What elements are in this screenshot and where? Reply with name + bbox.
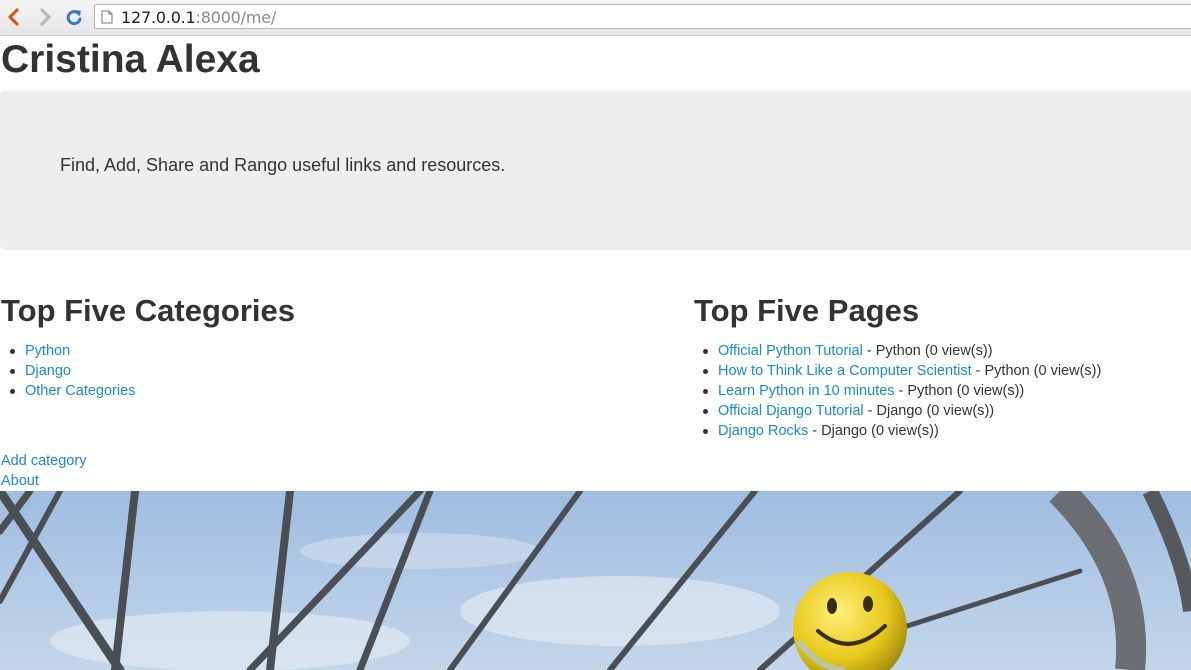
back-arrow-icon[interactable] — [4, 6, 24, 28]
url-host: 127.0.0.1 — [121, 8, 196, 27]
pages-heading: Top Five Pages — [694, 293, 920, 328]
url-path: :8000/me/ — [195, 8, 277, 27]
add-category-link[interactable]: Add category — [1, 451, 86, 471]
page-icon — [101, 10, 113, 24]
list-item: Official Python Tutorial - Python (0 vie… — [693, 341, 1101, 361]
page-meta: - Django (0 view(s)) — [863, 403, 995, 419]
list-item: Django Rocks - Django (0 view(s)) — [693, 421, 1101, 441]
about-link[interactable]: About — [1, 471, 86, 491]
page-meta: - Django (0 view(s)) — [808, 423, 939, 439]
bullet-icon — [703, 429, 708, 434]
list-item: Other Categories — [0, 381, 135, 401]
bullet-icon — [10, 389, 15, 394]
page-link[interactable]: Official Python Tutorial — [718, 343, 863, 359]
address-bar[interactable]: 127.0.0.1:8000/me/ — [94, 4, 1191, 29]
list-item: Official Django Tutorial - Django (0 vie… — [693, 401, 1101, 421]
page-link[interactable]: Django Rocks — [718, 423, 808, 439]
url-text[interactable]: 127.0.0.1:8000/me/ — [121, 8, 276, 27]
reload-icon[interactable] — [64, 6, 84, 28]
page-meta: - Python (0 view(s)) — [862, 343, 993, 359]
category-link-other[interactable]: Other Categories — [25, 383, 135, 399]
bullet-icon — [703, 389, 708, 394]
page-title: Cristina Alexa — [1, 38, 260, 81]
page-meta: - Python (0 view(s)) — [971, 363, 1102, 379]
background-photo — [0, 491, 1191, 670]
page-link[interactable]: Learn Python in 10 minutes — [718, 383, 895, 399]
category-link-django[interactable]: Django — [25, 363, 71, 379]
page-meta: - Python (0 view(s)) — [894, 383, 1025, 399]
list-item: Learn Python in 10 minutes - Python (0 v… — [693, 381, 1101, 401]
bullet-icon — [10, 369, 15, 374]
pages-list: Official Python Tutorial - Python (0 vie… — [693, 341, 1101, 441]
list-item: Django — [0, 361, 135, 381]
bullet-icon — [10, 349, 15, 354]
list-item: Python — [0, 341, 135, 361]
page-link[interactable]: Official Django Tutorial — [718, 403, 864, 419]
jumbotron: Find, Add, Share and Rango useful links … — [0, 91, 1191, 250]
bullet-icon — [703, 369, 708, 374]
categories-heading: Top Five Categories — [1, 293, 295, 328]
forward-arrow-icon[interactable] — [35, 6, 55, 28]
page-link[interactable]: How to Think Like a Computer Scientist — [718, 363, 972, 379]
categories-list: Python Django Other Categories — [0, 341, 135, 401]
footer-links: Add category About — [1, 451, 86, 491]
tagline: Find, Add, Share and Rango useful links … — [60, 155, 506, 175]
list-item: How to Think Like a Computer Scientist -… — [693, 361, 1101, 381]
bullet-icon — [703, 349, 708, 354]
bullet-icon — [703, 409, 708, 414]
browser-toolbar: 127.0.0.1:8000/me/ — [0, 0, 1191, 36]
category-link-python[interactable]: Python — [25, 343, 70, 359]
